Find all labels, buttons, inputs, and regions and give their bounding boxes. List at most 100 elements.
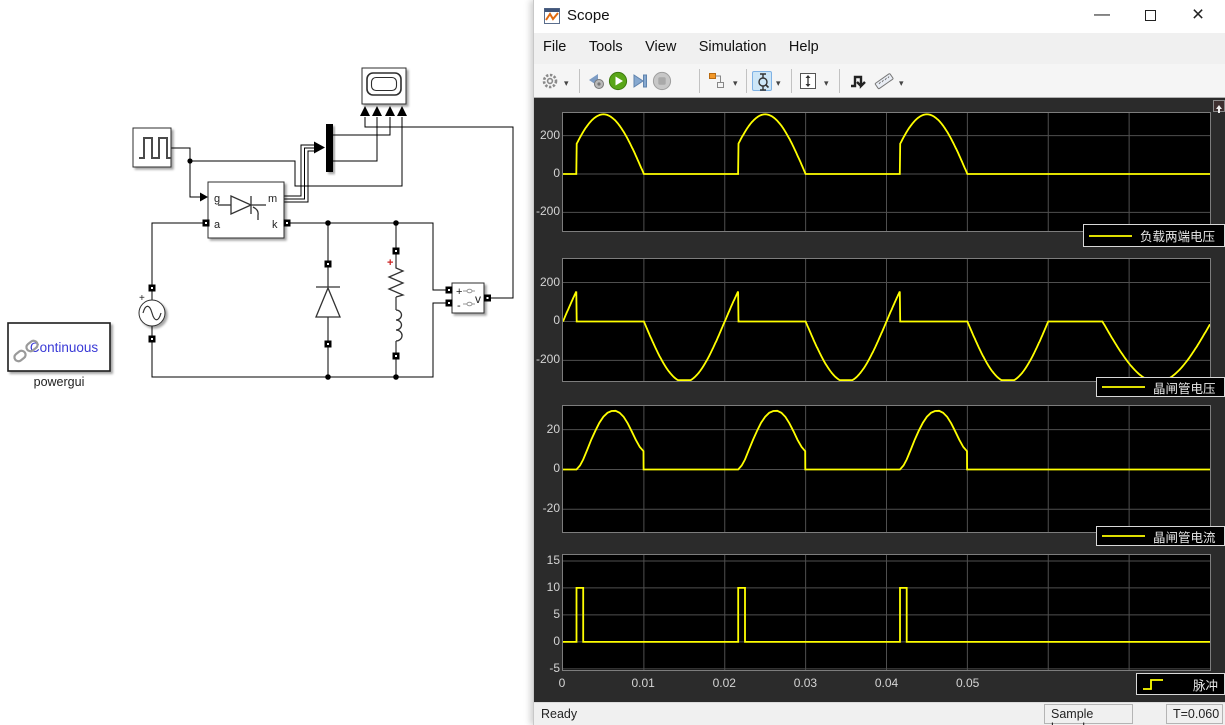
menu-simulation[interactable]: Simulation	[690, 33, 776, 55]
powergui-block[interactable]: Continuous powergui	[7, 322, 111, 389]
rl-branch-block[interactable]: +	[387, 257, 405, 342]
scope-window: Scope — × File Tools View Simulation Hel…	[533, 0, 1225, 725]
scope-plot-1	[562, 112, 1211, 232]
stop-icon[interactable]	[652, 71, 672, 91]
scope-input-ports	[360, 106, 407, 116]
plot-canvas-3	[563, 406, 1210, 532]
legend-plot-1[interactable]: 负载两端电压	[1083, 224, 1225, 247]
menubar: File Tools View Simulation Help	[534, 33, 1225, 86]
maximize-button[interactable]	[1127, 0, 1173, 31]
y-tick-label: -5	[549, 660, 560, 675]
measurements-dropdown-caret[interactable]: ▾	[899, 78, 907, 88]
gate-input-arrow	[200, 192, 208, 202]
scope-block[interactable]	[360, 67, 407, 116]
ac-plus-label: +	[139, 293, 145, 304]
scope-plot-2	[562, 258, 1211, 382]
sim-time-panel: T=0.060	[1166, 704, 1223, 724]
settings-dropdown-caret[interactable]: ▾	[564, 78, 572, 88]
zoom-tool-icon[interactable]	[752, 71, 772, 91]
legend-text: 晶闸管电压	[1153, 381, 1216, 396]
legend-line-sample	[1089, 234, 1132, 237]
statusbar: Ready Sample based T=0.060	[534, 702, 1225, 725]
measurements-icon[interactable]	[874, 71, 894, 91]
port-label-m: m	[268, 193, 277, 205]
y-tick-label: -200	[535, 352, 560, 367]
y-tick-label: 0	[553, 313, 560, 328]
step-back-icon[interactable]	[586, 71, 606, 91]
y-tick-label: 5	[553, 606, 560, 621]
plot-canvas-1	[563, 113, 1210, 231]
trigger-icon[interactable]	[848, 71, 868, 91]
powergui-name-label: powergui	[34, 375, 85, 389]
legend-line-sample	[1102, 386, 1145, 388]
y-tick-label: 20	[546, 421, 560, 436]
menu-help[interactable]: Help	[780, 33, 828, 55]
scope-plot-4	[562, 554, 1211, 671]
demux-block[interactable]	[326, 124, 333, 172]
demux-input-arrow	[314, 141, 325, 154]
legend-text: 负载两端电压	[1140, 230, 1216, 244]
vm-minus-label: -	[457, 300, 461, 312]
legend-line-sample	[1143, 679, 1163, 690]
legend-text: 晶闸管电流	[1153, 530, 1216, 545]
x-tick-label: 0.02	[712, 676, 736, 690]
close-button[interactable]: ×	[1175, 0, 1221, 31]
legend-plot-4[interactable]: 脉冲	[1136, 673, 1225, 695]
legend-line-sample	[1102, 535, 1145, 537]
vm-plus-label: +	[456, 286, 462, 298]
y-tick-label: 200	[539, 274, 560, 289]
plot-canvas-4	[563, 555, 1210, 670]
legend-plot-3[interactable]: 晶闸管电流	[1096, 526, 1225, 546]
legend-text: 脉冲	[1193, 678, 1219, 693]
scope-plot-3	[562, 405, 1211, 533]
step-forward-icon[interactable]	[630, 71, 650, 91]
highlight-dropdown-caret[interactable]: ▾	[733, 78, 741, 88]
x-tick-label: 0.01	[631, 676, 655, 690]
y-tick-label: 0	[553, 166, 560, 180]
y-tick-label: 0	[553, 461, 560, 476]
port-label-a: a	[214, 219, 221, 231]
minimize-button[interactable]: —	[1079, 0, 1125, 31]
highlight-block-icon[interactable]	[707, 71, 727, 91]
titlebar[interactable]: Scope — ×	[534, 0, 1225, 33]
vm-v-label: v	[475, 292, 481, 306]
thyristor-block[interactable]: g a m k	[207, 181, 285, 239]
port-label-g: g	[214, 193, 220, 205]
simulink-model-canvas: g a m k + + + - v Continuous powergui	[0, 0, 533, 725]
scale-axes-icon[interactable]	[798, 71, 818, 91]
powergui-mode-label: Continuous	[30, 340, 99, 355]
resistor-icon	[387, 265, 405, 298]
y-tick-label: -20	[542, 501, 560, 516]
run-icon[interactable]	[608, 71, 628, 91]
menu-tools[interactable]: Tools	[580, 33, 632, 55]
toolbar-toggle-icon[interactable]	[1213, 100, 1225, 113]
screen: g a m k + + + - v Continuous powergui Sc…	[0, 0, 1225, 725]
window-title: Scope	[567, 7, 610, 24]
scope-plot-area: 200 0 -200 负载两端电压 200 0 -200 晶闸管电压 20 0 -20 晶闸管电流 15…	[534, 98, 1225, 702]
y-tick-label: 15	[546, 552, 560, 567]
rl-plus-label: +	[387, 257, 393, 269]
settings-gear-icon[interactable]	[540, 71, 560, 91]
scale-axes-dropdown-caret[interactable]: ▾	[824, 78, 832, 88]
x-tick-label: 0.05	[955, 676, 980, 690]
y-tick-label: 200	[539, 127, 560, 142]
sample-mode-panel: Sample based	[1044, 704, 1133, 725]
zoom-dropdown-caret[interactable]: ▾	[776, 78, 784, 88]
thyristor-measurement-bus	[284, 144, 314, 203]
menu-file[interactable]: File	[534, 33, 575, 55]
plot-canvas-2	[563, 259, 1210, 381]
model-diagram: g a m k + + + - v Continuous powergui	[7, 67, 514, 389]
diode-block[interactable]	[315, 286, 341, 318]
y-tick-label: -200	[535, 204, 560, 219]
menu-view[interactable]: View	[636, 33, 685, 55]
y-tick-label: 10	[546, 579, 560, 594]
port-label-k: k	[272, 219, 278, 231]
pulse-generator-block[interactable]	[132, 127, 172, 168]
toolbar: ▾ ▾ ▾ ▾ ▾	[534, 64, 1225, 98]
inductor-icon	[395, 309, 403, 342]
voltage-measurement-block[interactable]: + - v	[451, 282, 485, 314]
legend-plot-2[interactable]: 晶闸管电压	[1096, 377, 1225, 397]
scope-app-icon	[544, 8, 560, 24]
status-text: Ready	[541, 707, 578, 721]
y-tick-label: 0	[553, 633, 560, 648]
